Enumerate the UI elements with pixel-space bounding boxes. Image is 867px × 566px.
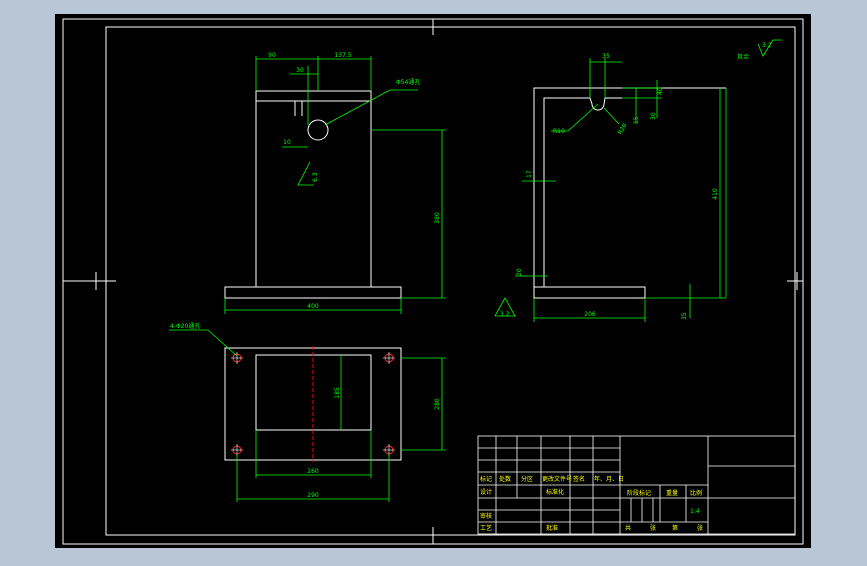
tb-scale-value: 1:4 <box>690 508 700 515</box>
side-dim-35: 35 <box>602 53 610 60</box>
top-dim-260: 260 <box>307 468 319 475</box>
front-dim-137-5: 137.5 <box>334 52 351 59</box>
top-dim-290: 290 <box>307 492 319 499</box>
side-dim-20: 20 <box>516 268 523 276</box>
drawing-svg: 90 137.5 30 Φ54通孔 10 6.3 380 400 35 40 3… <box>55 14 811 548</box>
tb-sheet-no: 第 <box>672 524 678 532</box>
tb-standard: 标准化 <box>546 488 564 496</box>
tb-process: 工艺 <box>480 524 492 532</box>
front-roughness-6-3: 6.3 <box>312 172 319 182</box>
side-dim-40: 40 <box>657 87 664 95</box>
side-roughness-3-2: 3.2 <box>500 311 510 318</box>
tb-sheet-unit-2: 张 <box>697 524 703 532</box>
tb-review: 审核 <box>480 512 492 520</box>
top-dim-280: 280 <box>434 398 441 410</box>
front-dim-10: 10 <box>283 139 291 146</box>
side-dim-410: 410 <box>712 188 719 200</box>
top-holes-note: 4-Φ20通孔 <box>170 322 200 330</box>
side-dim-17: 17 <box>526 170 533 178</box>
side-dim-r10: R10 <box>553 128 565 135</box>
front-dim-400: 400 <box>307 303 319 310</box>
front-dim-30: 30 <box>296 67 304 74</box>
side-dim-30: 30 <box>650 112 657 120</box>
tb-weight: 重量 <box>666 489 678 497</box>
tb-zone: 分区 <box>521 475 533 483</box>
tb-date: 年、月、日 <box>594 475 624 483</box>
other-roughness-value: 3.2 <box>762 42 772 49</box>
tb-design: 设计 <box>480 488 492 496</box>
side-dim-206: 206 <box>584 311 596 318</box>
front-dim-90: 90 <box>268 52 276 59</box>
tb-sign: 签名 <box>573 475 585 483</box>
tb-sheet-unit-1: 张 <box>650 524 656 532</box>
tb-count: 处数 <box>499 475 511 483</box>
side-dim-35-base: 35 <box>681 312 688 320</box>
tb-scale: 比例 <box>690 489 702 497</box>
tb-mark: 标记 <box>480 475 492 483</box>
top-dim-185: 185 <box>334 387 341 399</box>
tb-stage-mark: 阶段标记 <box>627 489 651 497</box>
tb-approve: 批准 <box>546 524 558 532</box>
side-dim-15: 15 <box>633 116 640 124</box>
other-roughness-label: 其余 <box>737 53 749 61</box>
tb-change-doc: 更改文件号 <box>542 475 572 483</box>
tb-total: 共 <box>625 524 631 532</box>
drawing-paper <box>55 14 811 548</box>
front-hole-note: Φ54通孔 <box>396 78 420 86</box>
front-dim-380: 380 <box>434 212 441 224</box>
cad-viewport: 90 137.5 30 Φ54通孔 10 6.3 380 400 35 40 3… <box>0 0 867 562</box>
